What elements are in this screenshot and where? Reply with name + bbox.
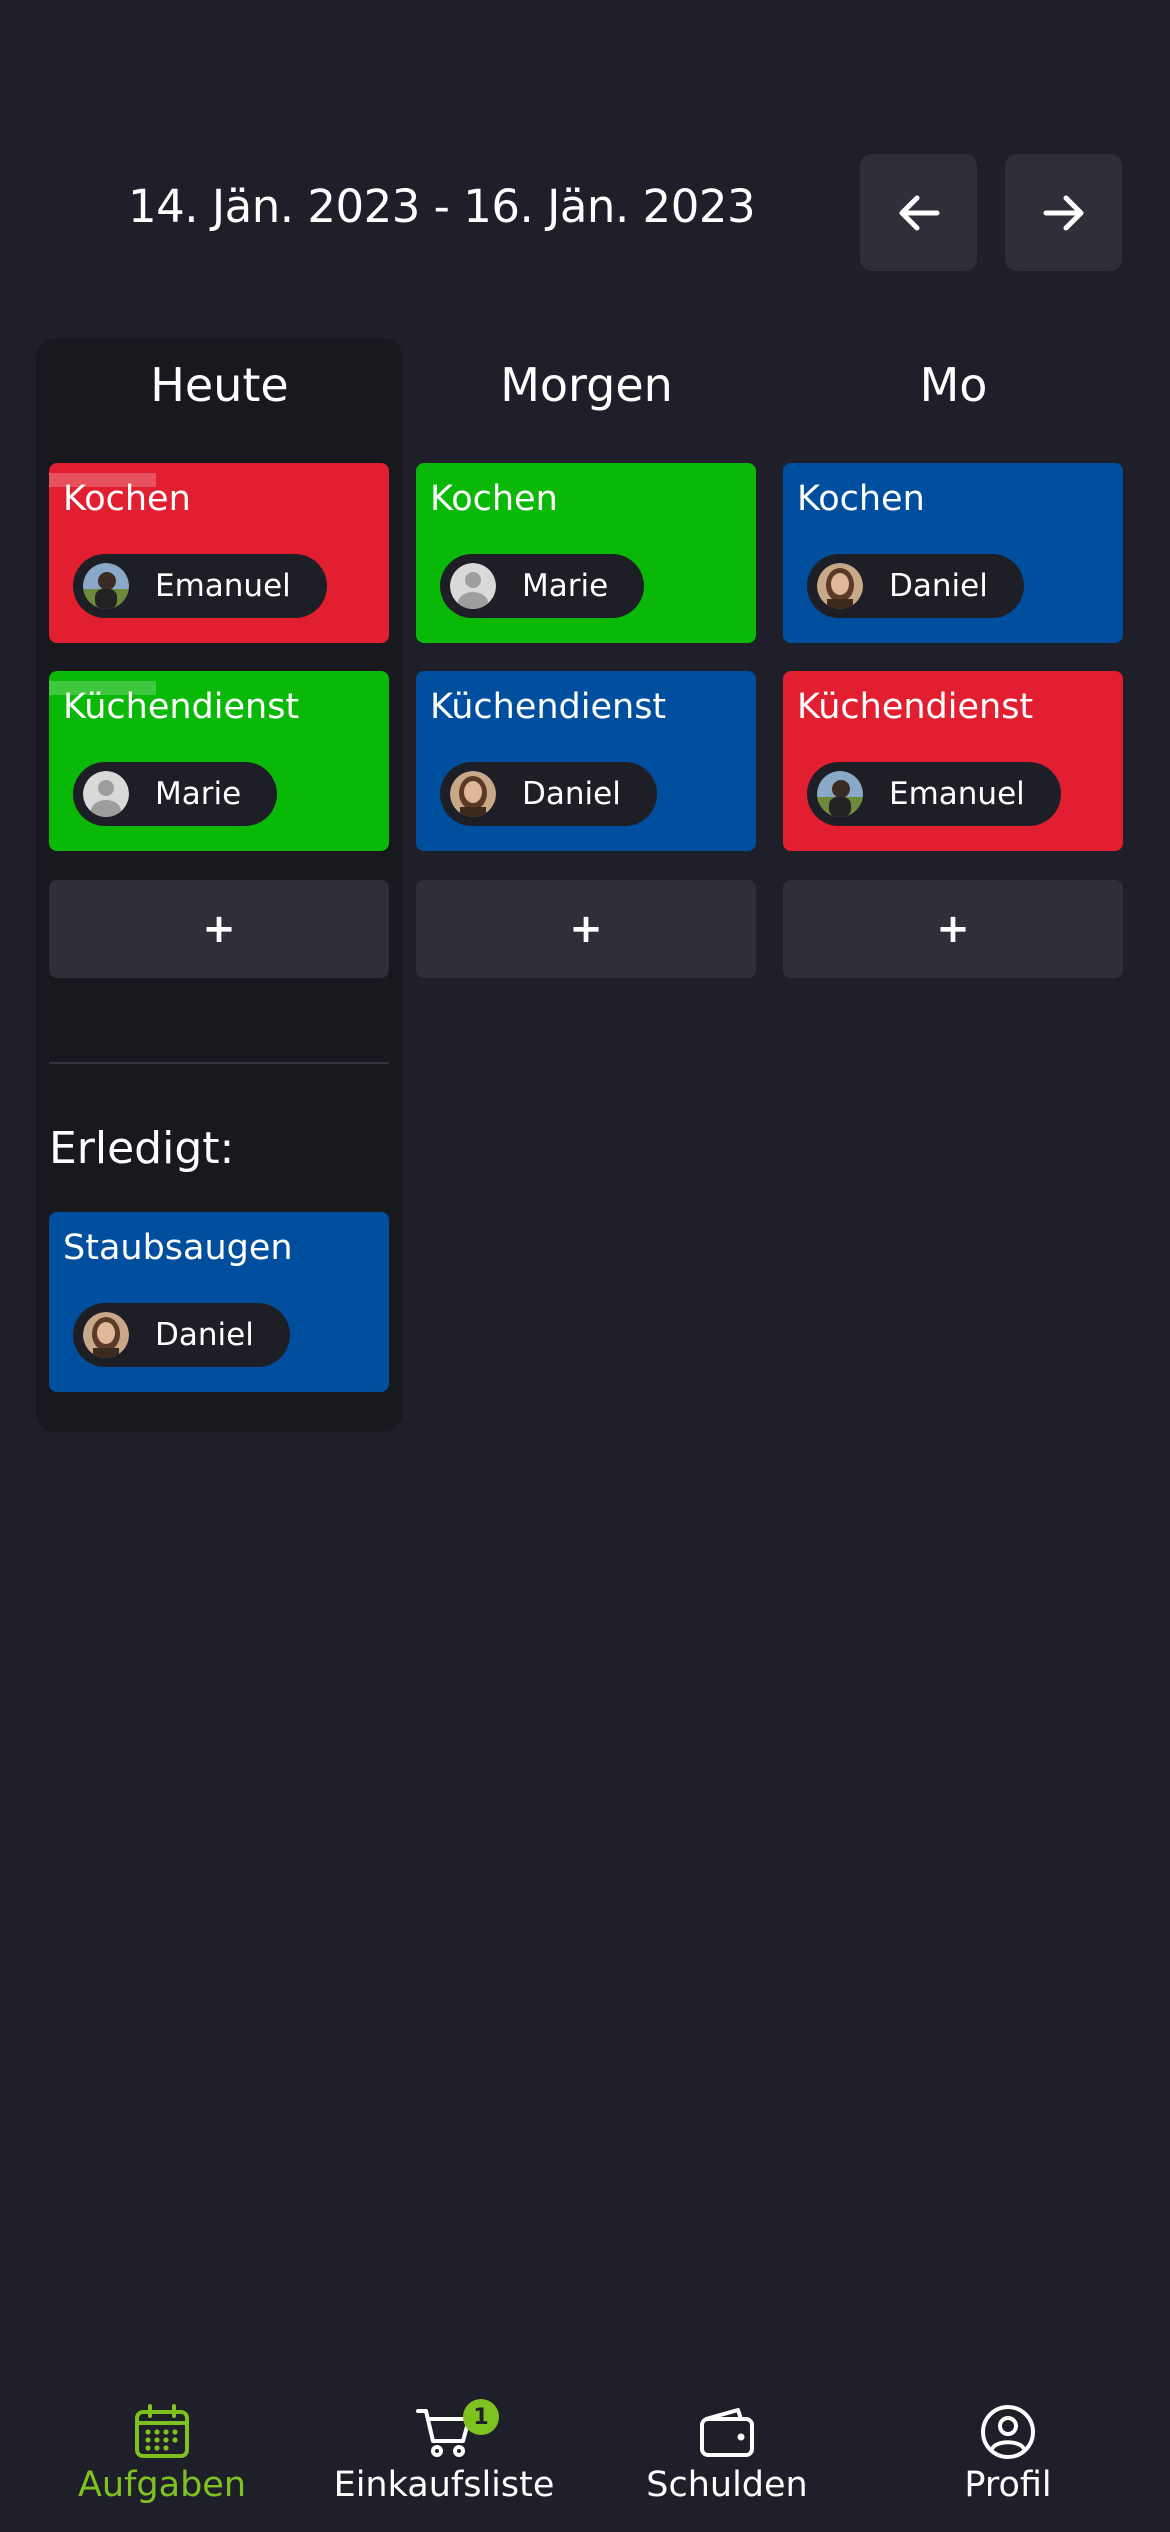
arrow-left-icon bbox=[899, 195, 939, 230]
assignee-chip[interactable]: Emanuel bbox=[807, 762, 1061, 826]
assignee-name: Daniel bbox=[155, 1317, 254, 1353]
task-card[interactable]: Küchendienst Daniel bbox=[416, 671, 756, 851]
nav-label: Einkaufsliste bbox=[333, 2465, 555, 2505]
avatar bbox=[450, 771, 496, 817]
task-card[interactable]: Küchendienst Emanuel bbox=[783, 671, 1123, 851]
assignee-chip[interactable]: Marie bbox=[440, 554, 645, 618]
avatar bbox=[83, 1312, 129, 1358]
nav-item-einkaufsliste[interactable]: 1 Einkaufsliste bbox=[298, 2395, 590, 2532]
next-week-button[interactable] bbox=[1005, 154, 1122, 271]
task-card[interactable]: Kochen Emanuel bbox=[49, 463, 389, 643]
assignee-chip[interactable]: Daniel bbox=[807, 554, 1024, 618]
task-name: Küchendienst bbox=[430, 687, 667, 727]
nav-label: Profil bbox=[964, 2465, 1052, 2505]
assignee-chip[interactable]: Daniel bbox=[440, 762, 657, 826]
arrow-right-icon bbox=[1043, 195, 1083, 230]
wallet-icon bbox=[700, 2408, 754, 2457]
task-card[interactable]: Kochen Daniel bbox=[783, 463, 1123, 643]
add-task-button[interactable]: + bbox=[783, 880, 1123, 978]
day-column-today: Heute Kochen Emanuel Küchendienst Marie … bbox=[36, 338, 403, 1432]
task-name: Küchendienst bbox=[63, 687, 300, 727]
nav-label: Schulden bbox=[646, 2465, 808, 2505]
task-card[interactable]: Kochen Marie bbox=[416, 463, 756, 643]
avatar bbox=[450, 563, 496, 609]
nav-item-aufgaben[interactable]: Aufgaben bbox=[16, 2395, 308, 2532]
date-range-title: 14. Jän. 2023 - 16. Jän. 2023 bbox=[128, 180, 756, 233]
nav-item-profil[interactable]: Profil bbox=[862, 2395, 1154, 2532]
assignee-name: Emanuel bbox=[889, 776, 1025, 812]
user-circle-icon bbox=[981, 2405, 1035, 2459]
task-name: Kochen bbox=[430, 479, 558, 519]
add-task-button[interactable]: + bbox=[49, 880, 389, 978]
assignee-name: Emanuel bbox=[155, 568, 291, 604]
assignee-chip[interactable]: Marie bbox=[73, 762, 278, 826]
avatar bbox=[83, 771, 129, 817]
bottom-navigation: Aufgaben 1 Einkaufsliste Schulden Profil bbox=[0, 2395, 1170, 2532]
completed-task-card[interactable]: Staubsaugen Daniel bbox=[49, 1212, 389, 1392]
nav-label: Aufgaben bbox=[77, 2465, 247, 2505]
calendar-icon bbox=[135, 2404, 189, 2458]
assignee-name: Daniel bbox=[889, 568, 988, 604]
task-name: Staubsaugen bbox=[63, 1228, 293, 1268]
add-task-button[interactable]: + bbox=[416, 880, 756, 978]
assignee-name: Daniel bbox=[522, 776, 621, 812]
week-header: 14. Jän. 2023 - 16. Jän. 2023 bbox=[0, 150, 1170, 275]
assignee-name: Marie bbox=[155, 776, 242, 812]
assignee-chip[interactable]: Emanuel bbox=[73, 554, 327, 618]
day-title: Morgen bbox=[500, 358, 673, 412]
task-name: Küchendienst bbox=[797, 687, 1034, 727]
task-name: Kochen bbox=[63, 479, 191, 519]
divider bbox=[49, 1062, 389, 1064]
cart-count-badge: 1 bbox=[463, 2399, 499, 2435]
done-section-label: Erledigt: bbox=[49, 1123, 235, 1174]
avatar bbox=[817, 563, 863, 609]
assignee-chip[interactable]: Daniel bbox=[73, 1303, 290, 1367]
previous-week-button[interactable] bbox=[860, 154, 977, 271]
task-card[interactable]: Küchendienst Marie bbox=[49, 671, 389, 851]
day-title: Mo bbox=[919, 358, 988, 412]
avatar bbox=[83, 563, 129, 609]
day-title: Heute bbox=[150, 358, 289, 412]
nav-item-schulden[interactable]: Schulden bbox=[581, 2395, 873, 2532]
avatar bbox=[817, 771, 863, 817]
assignee-name: Marie bbox=[522, 568, 609, 604]
task-name: Kochen bbox=[797, 479, 925, 519]
